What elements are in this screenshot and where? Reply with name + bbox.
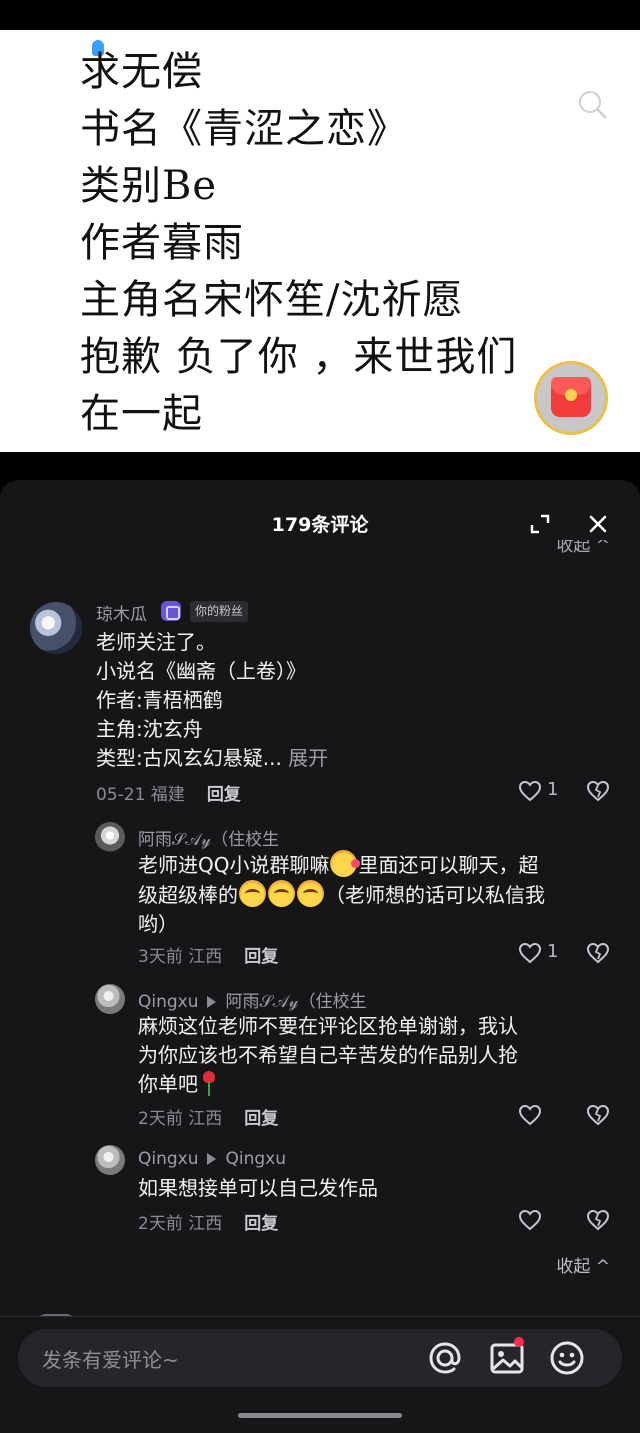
reply-button[interactable]: 回复 bbox=[207, 785, 241, 805]
reply-meta: 2天前 江西 回复 bbox=[138, 1109, 279, 1129]
rose-emoji-icon bbox=[200, 1071, 218, 1097]
emoji-icon[interactable] bbox=[548, 1339, 586, 1377]
coin-icon bbox=[565, 389, 577, 401]
comment-input-bar: 发条有爱评论~ bbox=[0, 1316, 640, 1433]
avatar[interactable] bbox=[95, 984, 125, 1014]
close-icon[interactable] bbox=[586, 512, 610, 536]
like-count: 1 bbox=[547, 941, 559, 962]
notification-dot bbox=[514, 1337, 524, 1347]
collapse-replies-link[interactable]: 收起 ^ bbox=[556, 540, 610, 562]
at-icon[interactable] bbox=[426, 1339, 464, 1377]
post-line: 作者暮雨 bbox=[80, 220, 244, 266]
level-badge-icon bbox=[161, 601, 181, 621]
comment-sheet: 179条评论 收起 ^ 琼木瓜 你的粉丝 老师关注了。 小说名《幽斋（上卷）》 … bbox=[0, 480, 640, 1433]
reply-text: 如果想接单可以自己发作品 bbox=[138, 1176, 378, 1200]
avatar[interactable] bbox=[30, 602, 82, 654]
comment-text: 老师关注了。 小说名《幽斋（上卷）》 作者:青梧栖鹤 主角:沈玄舟 类型:古风玄… bbox=[96, 630, 329, 770]
heart-icon[interactable] bbox=[518, 1104, 542, 1126]
expand-icon[interactable] bbox=[528, 512, 552, 536]
dislike-heart-icon[interactable] bbox=[586, 1209, 610, 1231]
avatar[interactable] bbox=[95, 1145, 125, 1175]
reply-meta: 3天前 江西 回复 bbox=[138, 947, 279, 967]
expand-link[interactable]: 展开 bbox=[288, 746, 328, 770]
reply-text: 老师进QQ小说群聊嘛 里面还可以聊天，超 级超级棒的 （老师想的话可以私信我 哟） bbox=[138, 850, 614, 939]
post-line: 书名《青涩之恋》 bbox=[80, 106, 408, 152]
reply-button[interactable]: 回复 bbox=[244, 1214, 278, 1234]
heart-icon[interactable] bbox=[518, 780, 542, 802]
post-line: 求无偿 bbox=[80, 49, 203, 95]
collapse-replies-link[interactable]: 收起 ^ bbox=[556, 1252, 610, 1277]
reply-username: Qingxu 阿雨𝒮𝒜𝓎（住校生 bbox=[138, 992, 367, 1012]
comment-username[interactable]: 琼木瓜 bbox=[96, 600, 147, 625]
post-text: 求无偿 书名《青涩之恋》 类别Be 作者暮雨 主角名宋怀笙/沈祈愿 抱歉 负了你… bbox=[80, 44, 517, 443]
fan-badge: 你的粉丝 bbox=[190, 601, 249, 622]
dislike-heart-icon[interactable] bbox=[586, 1104, 610, 1126]
heart-icon[interactable] bbox=[518, 1209, 542, 1231]
avatar[interactable] bbox=[95, 822, 125, 852]
reply-arrow-icon bbox=[206, 1153, 216, 1165]
reply-button[interactable]: 回复 bbox=[244, 947, 278, 967]
heart-icon[interactable] bbox=[518, 942, 542, 964]
pleading-emoji-icon bbox=[268, 880, 295, 907]
home-indicator[interactable] bbox=[238, 1413, 402, 1418]
status-bar bbox=[0, 0, 640, 30]
reply-username[interactable]: 阿雨𝒮𝒜𝓎（住校生 bbox=[138, 825, 279, 850]
dislike-heart-icon[interactable] bbox=[586, 780, 610, 802]
post-line: 在一起 bbox=[80, 391, 203, 437]
reply-meta: 2天前 江西 回复 bbox=[138, 1214, 279, 1234]
like-count: 1 bbox=[547, 779, 559, 800]
post-line: 类别Be bbox=[80, 163, 218, 209]
comment-meta: 05-21 福建 回复 bbox=[96, 785, 241, 805]
reply-text: 麻烦这位老师不要在评论区抢单谢谢，我认 为你应该也不希望自己辛苦发的作品别人抢 … bbox=[138, 1014, 518, 1097]
red-packet-button[interactable] bbox=[534, 361, 608, 435]
dislike-heart-icon[interactable] bbox=[586, 942, 610, 964]
input-placeholder: 发条有爱评论~ bbox=[42, 1348, 179, 1372]
post-line: 主角名宋怀笙/沈祈愿 bbox=[80, 277, 464, 323]
pleading-emoji-icon bbox=[239, 880, 266, 907]
reply-button[interactable]: 回复 bbox=[244, 1109, 278, 1129]
kiss-emoji-icon bbox=[330, 850, 361, 877]
reply-arrow-icon bbox=[206, 996, 216, 1008]
search-icon[interactable] bbox=[576, 88, 608, 120]
post-line: 抱歉 负了你 ，来世我们 bbox=[80, 334, 518, 380]
comment-input[interactable]: 发条有爱评论~ bbox=[18, 1329, 622, 1387]
pleading-emoji-icon bbox=[297, 880, 324, 907]
reply-username: Qingxu Qingxu bbox=[138, 1149, 287, 1169]
